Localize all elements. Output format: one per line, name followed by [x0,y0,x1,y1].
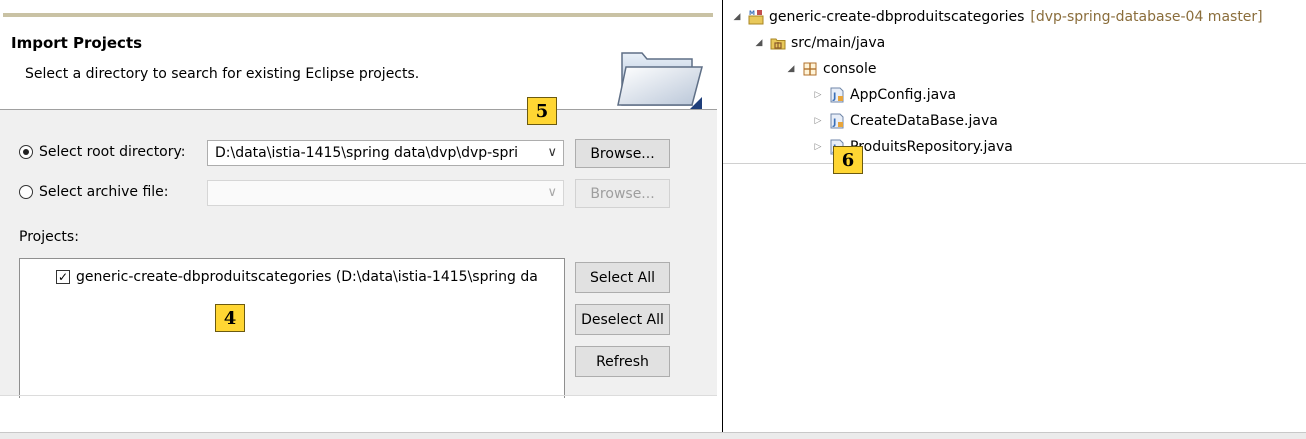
tree-bottom-separator [723,163,1306,164]
tree-item-file[interactable]: ▷ J CreateDataBase.java [813,113,998,129]
file-name: CreateDataBase.java [850,113,998,129]
root-directory-radio[interactable]: Select root directory: [19,144,186,160]
package-label: console [823,61,877,77]
root-directory-value: D:\data\istia-1415\spring data\dvp\dvp-s… [215,145,519,161]
archive-file-radio[interactable]: Select archive file: [19,184,169,200]
deselect-all-button[interactable]: Deselect All [575,304,670,335]
open-folder-icon [617,52,703,111]
annotation-badge-6: 6 [833,146,863,174]
source-folder-icon [770,35,786,51]
project-repo: [dvp-spring-database-04 master] [1030,9,1263,25]
collapsed-arrow-icon[interactable]: ▷ [813,142,823,152]
refresh-button[interactable]: Refresh [575,346,670,377]
archive-file-label: Select archive file: [39,184,169,200]
java-file-icon: J [829,87,845,103]
expanded-arrow-icon[interactable]: ◢ [732,12,742,22]
archive-file-combo[interactable]: ∨ [207,180,564,206]
annotation-badge-5: 5 [527,97,557,125]
dialog-description: Select a directory to search for existin… [25,66,420,82]
root-directory-combo[interactable]: D:\data\istia-1415\spring data\dvp\dvp-s… [207,140,564,166]
deselect-all-label: Deselect All [581,311,664,328]
expanded-arrow-icon[interactable]: ◢ [786,64,796,74]
checkbox-checked-icon[interactable]: ✓ [56,270,70,284]
package-icon [802,61,818,77]
source-folder-label: src/main/java [791,35,886,51]
collapsed-arrow-icon[interactable]: ▷ [813,116,823,126]
maven-project-icon: M [748,9,764,25]
annotation-badge-4: 4 [215,304,245,332]
browse-root-button[interactable]: Browse... [575,139,670,168]
select-all-button[interactable]: Select All [575,262,670,293]
chevron-down-icon: ∨ [547,185,557,200]
svg-text:J: J [832,118,836,128]
expanded-arrow-icon[interactable]: ◢ [754,38,764,48]
radio-unselected-icon [19,185,33,199]
browse-root-label: Browse... [590,145,655,162]
refresh-label: Refresh [596,353,649,370]
dialog-title: Import Projects [11,34,143,52]
chevron-down-icon: ∨ [547,145,557,160]
browse-archive-button[interactable]: Browse... [575,179,670,208]
body-bottom-separator [0,395,717,396]
java-file-icon: J [829,113,845,129]
projects-list[interactable]: ✓ generic-create-dbproduitscategories (D… [19,258,565,398]
tree-item-file[interactable]: ▷ J AppConfig.java [813,87,957,103]
collapsed-arrow-icon[interactable]: ▷ [813,90,823,100]
svg-text:J: J [832,92,836,102]
footer-strip [0,432,1306,439]
radio-selected-icon [19,145,33,159]
projects-label: Projects: [19,229,79,245]
svg-text:M: M [749,10,755,17]
import-projects-dialog: Import Projects Select a directory to se… [0,0,722,432]
project-name: generic-create-dbproduitscategories [769,9,1025,25]
select-all-label: Select All [590,269,655,286]
project-entry-label: generic-create-dbproduitscategories (D:\… [76,269,538,285]
tree-item-package[interactable]: ◢ console [786,61,877,77]
file-name: AppConfig.java [850,87,957,103]
dialog-banner [0,17,717,111]
tree-item-source-folder[interactable]: ◢ src/main/java [754,35,886,51]
file-name: ProduitsRepository.java [850,139,1013,155]
root-directory-label: Select root directory: [39,144,186,160]
tree-item-project[interactable]: ◢ M generic-create-dbproduitscategories … [732,9,1263,25]
browse-archive-label: Browse... [590,185,655,202]
list-item[interactable]: ✓ generic-create-dbproduitscategories (D… [56,269,538,285]
